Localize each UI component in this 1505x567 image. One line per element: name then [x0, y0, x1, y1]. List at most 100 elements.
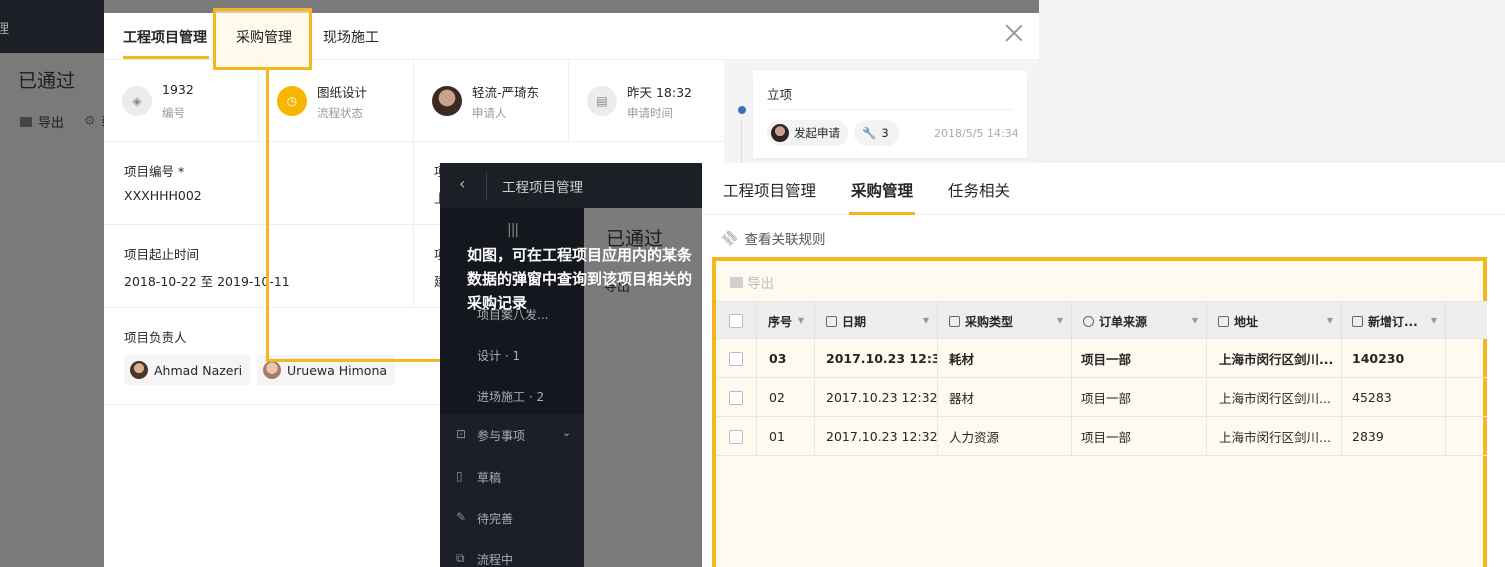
column-header-label: 地址	[1234, 314, 1259, 329]
purchase-panel: 工程项目管理 采购管理 任务相关 ⛓ 查看关联规则 导出 序号 ▼ 日期 ▼ 采…	[702, 163, 1505, 567]
active-tab-indicator	[849, 212, 915, 215]
row-checkbox-cell	[716, 339, 757, 378]
clock-icon: ◷	[277, 86, 307, 116]
table-row[interactable]: 03 2017.10.23 12:32 耗材 项目一部 上海市闵行区剑川... …	[716, 339, 1487, 378]
column-header-no[interactable]: 序号 ▼	[757, 302, 815, 340]
nav-item-construction[interactable]: 进场施工 · 2	[477, 388, 544, 405]
close-icon[interactable]	[1004, 23, 1024, 43]
app-nav-panel: ‹ 工程项目管理 ||| 项目案八发... 设计 · 1 进场施工 · 2 ⊡ …	[440, 163, 702, 567]
field-value: XXXHHH002	[124, 188, 202, 203]
column-header-address[interactable]: 地址 ▼	[1207, 302, 1342, 340]
summary-applicant-label: 申请人	[472, 106, 507, 120]
column-header-label: 序号	[768, 314, 793, 329]
app-nav-header: ‹ 工程项目管理	[440, 163, 702, 208]
view-relation-rules-label: 查看关联规则	[744, 232, 826, 248]
chevron-down-icon: ▼	[1056, 316, 1063, 325]
background-topbar: 理	[0, 0, 104, 53]
summary-time-value: 昨天 18:32	[627, 85, 692, 100]
cell-date: 2017.10.23 12:32	[815, 378, 938, 417]
timeline-count-chip[interactable]: 🔧 3	[854, 120, 899, 146]
tab-project-management[interactable]: 工程项目管理	[723, 179, 816, 201]
menu-icon[interactable]: |||	[507, 222, 519, 238]
divider	[486, 172, 487, 200]
row-checkbox[interactable]	[729, 390, 743, 405]
field-label: 项目起止时间	[124, 247, 200, 262]
column-header-date[interactable]: 日期 ▼	[815, 302, 938, 340]
nav-item-design[interactable]: 设计 · 1	[477, 347, 520, 364]
cell-source: 项目一部	[1072, 339, 1207, 378]
summary-applicant-value: 轻流-严琦东	[472, 85, 540, 100]
wrench-icon: 🔧	[862, 126, 877, 140]
row-checkbox-cell	[716, 378, 757, 417]
timeline-time: 2018/5/5 14:34	[934, 127, 1019, 140]
select-all-checkbox[interactable]	[729, 314, 743, 328]
sort-icon: ▼	[797, 316, 804, 325]
folder-icon	[20, 116, 32, 127]
summary-time-label: 申请时间	[627, 106, 673, 120]
cell-date: 2017.10.23 12:32	[815, 339, 938, 378]
tab-project-management[interactable]: 工程项目管理	[123, 27, 207, 47]
cell-new: 45283	[1342, 378, 1446, 417]
chevron-left-icon[interactable]: ‹	[459, 174, 465, 193]
view-relation-rules-link[interactable]: ⛓ 查看关联规则	[719, 226, 826, 250]
table-header: 序号 ▼ 日期 ▼ 采购类型 ▼ 订单来源 ▼ 地址 ▼ 新增订... ▼	[716, 301, 1487, 340]
purchase-tab-bar: 工程项目管理 采购管理 任务相关	[702, 163, 1505, 215]
cell-address: 上海市闵行区剑川...	[1207, 378, 1342, 417]
row-checkbox[interactable]	[729, 429, 743, 444]
purchase-table-highlight: 导出 序号 ▼ 日期 ▼ 采购类型 ▼ 订单来源 ▼ 地址 ▼ 新增订... ▼…	[712, 257, 1487, 567]
row-checkbox[interactable]	[729, 351, 743, 366]
field-label: 项目编号 *	[124, 164, 185, 179]
folder-icon	[730, 276, 743, 288]
checkbox-icon	[1218, 315, 1229, 327]
tab-site-construction[interactable]: 现场施工	[323, 27, 379, 47]
column-header-new[interactable]: 新增订... ▼	[1342, 302, 1446, 340]
table-row[interactable]: 02 2017.10.23 12:32 器材 项目一部 上海市闵行区剑川... …	[716, 378, 1487, 417]
summary-status: ◷ 图纸设计 流程状态	[259, 60, 414, 142]
avatar	[432, 86, 462, 116]
column-header-type[interactable]: 采购类型 ▼	[938, 302, 1072, 340]
nav-item-in-process[interactable]: 流程中	[477, 551, 513, 567]
cell-no: 01	[757, 417, 815, 456]
summary-id-value: 1932	[162, 82, 194, 97]
avatar	[771, 124, 789, 142]
owner-name: Ahmad Nazeri	[154, 362, 243, 378]
app-nav-title: 工程项目管理	[502, 180, 583, 196]
timeline-chip-label: 发起申请	[794, 126, 840, 140]
background-title: 已通过	[18, 70, 76, 92]
id-icon: ◈	[122, 86, 152, 116]
avatar	[130, 361, 148, 379]
nav-item-pending[interactable]: 待完善	[477, 510, 513, 527]
flow-icon: ⧉	[456, 551, 465, 565]
owner-chip[interactable]: Ahmad Nazeri	[124, 355, 251, 385]
cell-new: 140230	[1342, 339, 1446, 378]
divider	[767, 109, 1013, 110]
draft-icon: ▯	[456, 469, 463, 483]
edit-icon: ✎	[456, 510, 467, 524]
search-list-icon: ⊡	[456, 427, 467, 441]
highlighted-tab-label[interactable]: 采购管理	[236, 27, 292, 47]
summary-bar: ◈ 1932 编号 ◷ 图纸设计 流程状态 轻流-严琦东 申请人 ▤ 昨天 18…	[104, 60, 724, 142]
nav-item-draft[interactable]: 草稿	[477, 469, 501, 486]
column-header-source[interactable]: 订单来源 ▼	[1072, 302, 1207, 340]
cell-date: 2017.10.23 12:32	[815, 417, 938, 456]
tab-purchase-management[interactable]: 采购管理	[851, 179, 913, 201]
nav-item-participate[interactable]: 参与事项	[477, 427, 525, 444]
background-export-button[interactable]: 导出	[38, 112, 64, 131]
column-header-label: 订单来源	[1099, 314, 1148, 329]
grid-icon	[1352, 315, 1363, 327]
link-icon: ⛓	[719, 226, 742, 250]
export-button[interactable]: 导出	[730, 272, 774, 292]
column-header-label: 新增订...	[1368, 314, 1418, 329]
table-row[interactable]: 01 2017.10.23 12:32 人力资源 项目一部 上海市闵行区剑川..…	[716, 417, 1487, 456]
timeline-title: 立项	[767, 87, 793, 102]
timeline-applicant-chip[interactable]: 发起申请	[767, 120, 848, 146]
summary-applicant: 轻流-严琦东 申请人	[414, 60, 569, 142]
owner-name: Uruewa Himona	[287, 362, 388, 378]
avatar	[263, 361, 281, 379]
tab-task-related[interactable]: 任务相关	[948, 179, 1010, 201]
select-all-checkbox-cell	[716, 302, 757, 340]
background-toolbar: 导出 ⚙ 驻	[20, 112, 115, 131]
background-right-panel	[1039, 0, 1505, 163]
summary-id: ◈ 1932 编号	[104, 60, 259, 142]
chevron-down-icon[interactable]: ⌄	[562, 426, 571, 439]
